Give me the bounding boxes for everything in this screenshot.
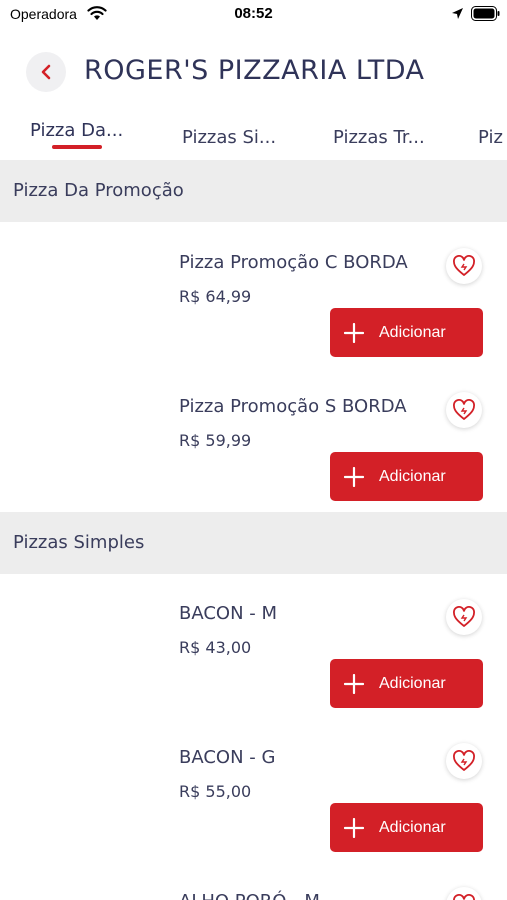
product-name: Pizza Promoção C BORDA (179, 252, 408, 273)
product-name: Pizza Promoção S BORDA (179, 396, 407, 417)
status-bar: Operadora 08:52 (0, 0, 507, 30)
product-item: Pizza Promoção S BORDA R$ 59,99 Adiciona… (0, 368, 507, 512)
plus-icon (344, 673, 364, 694)
product-price: R$ 43,00 (179, 638, 252, 657)
back-button[interactable] (26, 52, 66, 92)
plus-icon (344, 322, 364, 343)
product-name: BACON - G (179, 747, 276, 768)
add-button-label: Adicionar (379, 467, 446, 485)
favorite-button[interactable] (446, 248, 482, 284)
add-button[interactable]: Adicionar (330, 452, 483, 501)
plus-icon (344, 466, 364, 487)
product-price: R$ 55,00 (179, 782, 252, 801)
favorite-button[interactable] (446, 887, 482, 900)
clock: 08:52 (234, 5, 273, 22)
section-title: Pizzas Simples (13, 532, 145, 553)
add-button[interactable]: Adicionar (330, 803, 483, 852)
product-name: ALHO PORÓ - M (179, 891, 320, 900)
add-button[interactable]: Adicionar (330, 659, 483, 708)
favorite-button[interactable] (446, 743, 482, 779)
active-tab-indicator (52, 145, 102, 149)
tab-pizza-da-promocao[interactable]: Pizza Da... (30, 120, 123, 141)
section-header: Pizzas Simples (0, 512, 507, 574)
section-header: Pizza Da Promoção (0, 160, 507, 222)
heart-icon (453, 894, 475, 900)
category-tabs: Pizza Da... Pizzas Si... Pizzas Tr... Pi… (0, 112, 507, 158)
favorite-button[interactable] (446, 599, 482, 635)
product-item: BACON - M R$ 43,00 Adicionar (0, 575, 507, 719)
add-button-label: Adicionar (379, 674, 446, 692)
location-arrow-icon (452, 8, 463, 19)
tab-pizzas-tradicionais[interactable]: Pizzas Tr... (333, 127, 425, 148)
heart-icon (453, 750, 475, 771)
heart-icon (453, 606, 475, 627)
add-button-label: Adicionar (379, 818, 446, 836)
heart-icon (453, 399, 475, 420)
tab-pizzas-simples[interactable]: Pizzas Si... (182, 127, 276, 148)
add-button-label: Adicionar (379, 323, 446, 341)
page-title: ROGER'S PIZZARIA LTDA (84, 55, 425, 86)
tab-more[interactable]: Piz (478, 127, 503, 148)
product-item: ALHO PORÓ - M (0, 863, 507, 900)
product-item: Pizza Promoção C BORDA R$ 64,99 Adiciona… (0, 224, 507, 368)
product-name: BACON - M (179, 603, 278, 624)
add-button[interactable]: Adicionar (330, 308, 483, 357)
product-price: R$ 59,99 (179, 431, 252, 450)
plus-icon (344, 817, 364, 838)
heart-icon (453, 255, 475, 276)
chevron-left-icon (41, 64, 51, 80)
battery-icon (471, 6, 500, 21)
product-price: R$ 64,99 (179, 287, 252, 306)
product-item: BACON - G R$ 55,00 Adicionar (0, 719, 507, 863)
favorite-button[interactable] (446, 392, 482, 428)
section-title: Pizza Da Promoção (13, 180, 184, 201)
